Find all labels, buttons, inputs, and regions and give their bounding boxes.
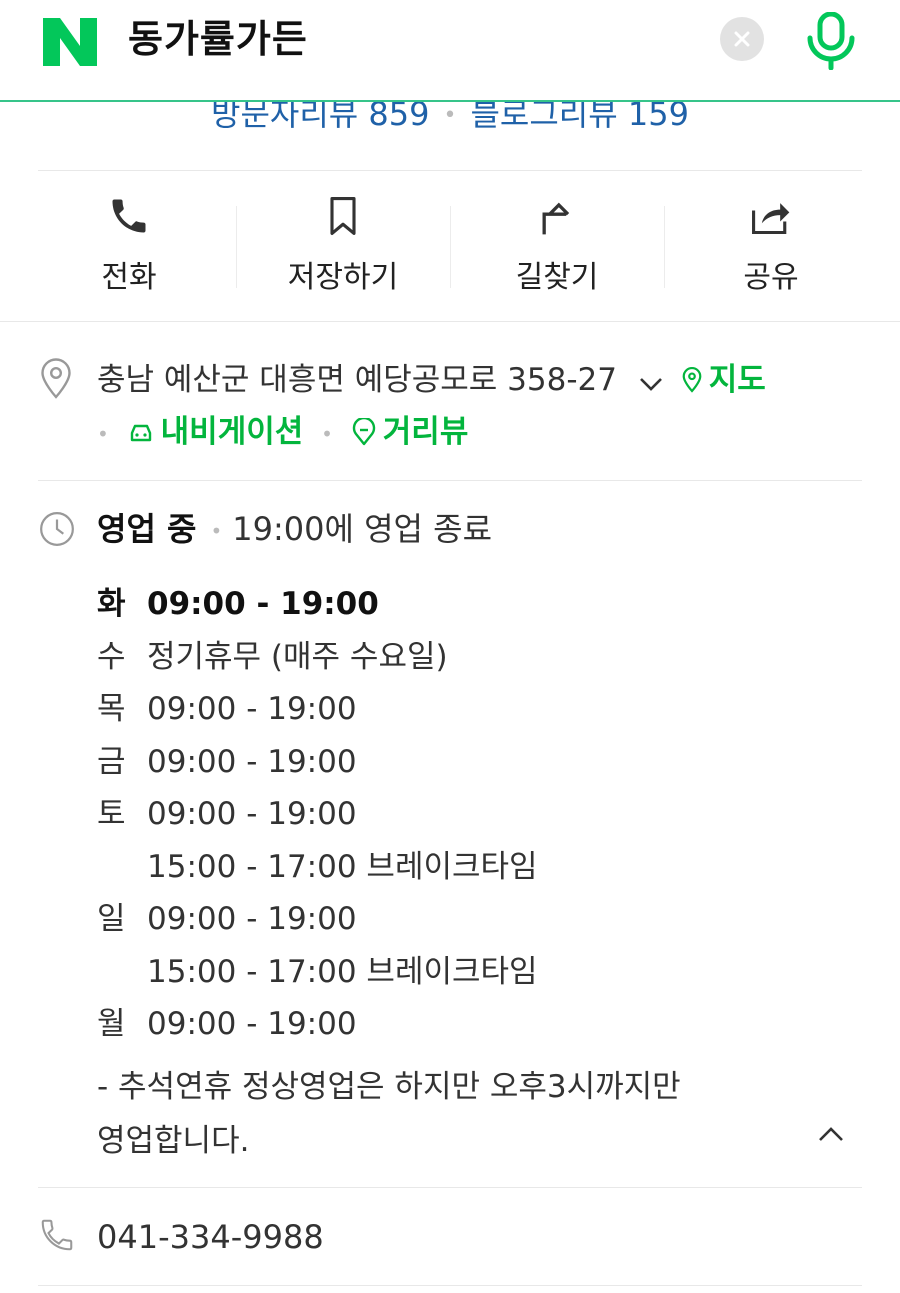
map-link[interactable]: 지도 — [681, 362, 766, 398]
search-header: 동가률가든 — [0, 0, 900, 102]
streetview-icon — [352, 418, 375, 446]
hours-row: 화 09:00 - 19:00 — [97, 586, 379, 622]
hours-row: 수 정기휴무 (매주 수요일) — [97, 638, 448, 675]
hours-row: 금 09:00 - 19:00 — [97, 743, 357, 780]
business-status[interactable]: 영업 중 • 19:00에 영업 종료 — [97, 506, 492, 554]
hours-row: 목 09:00 - 19:00 — [97, 691, 357, 727]
hours-row: 15:00 - 17:00 브레이크타임 — [147, 848, 538, 885]
map-pin-icon — [682, 367, 702, 393]
mic-icon[interactable] — [806, 12, 856, 70]
closing-time: 19:00에 영업 종료 — [232, 510, 493, 548]
directions-button[interactable]: 길찾기 — [450, 190, 664, 300]
phone-outline-icon — [41, 1219, 73, 1251]
search-query[interactable]: 동가률가든 — [128, 14, 308, 64]
car-icon — [130, 424, 151, 442]
address-block: 충남 예산군 대흥면 예당공모로 358-27 지도 • 내비게이션 • 거리뷰 — [97, 354, 857, 460]
save-button[interactable]: 저장하기 — [236, 190, 450, 300]
directions-label: 길찾기 — [515, 260, 599, 295]
hours-list: 화 09:00 - 19:00 수 정기휴무 (매주 수요일) 목 09:00 - 1… — [97, 578, 538, 1051]
hours-note: - 추석연휴 정상영업은 하지만 오후3시까지만 영업합니다. — [97, 1069, 681, 1159]
streetview-link[interactable]: 거리뷰 — [341, 414, 468, 450]
clock-icon — [40, 512, 74, 546]
divider — [38, 170, 862, 171]
save-label: 저장하기 — [287, 260, 399, 295]
bookmark-icon — [330, 197, 356, 235]
divider — [38, 1187, 862, 1188]
hours-row: 토 09:00 - 19:00 — [97, 796, 357, 832]
phone-icon — [112, 199, 146, 233]
share-icon — [752, 203, 790, 235]
phone-number[interactable]: 041-334-9988 — [97, 1214, 324, 1260]
action-bar: 전화 저장하기 길찾기 공유 — [22, 190, 878, 300]
call-label: 전화 — [101, 260, 157, 295]
hours-row: 월 09:00 - 19:00 — [97, 1006, 357, 1042]
share-label: 공유 — [743, 260, 799, 295]
naver-logo[interactable] — [43, 18, 97, 66]
address-text[interactable]: 충남 예산군 대흥면 예당공모로 358-27 — [97, 362, 617, 398]
clear-search-button[interactable] — [720, 17, 764, 61]
divider — [38, 480, 862, 481]
separator-dot: • — [210, 519, 223, 543]
call-button[interactable]: 전화 — [22, 190, 236, 300]
map-label: 지도 — [708, 362, 766, 398]
hours-row: 일 09:00 - 19:00 — [97, 901, 357, 937]
directions-icon — [542, 202, 570, 235]
navigation-label: 내비게이션 — [160, 414, 304, 450]
divider — [38, 1285, 862, 1286]
chevron-down-icon[interactable] — [637, 374, 665, 394]
chevron-up-icon[interactable] — [816, 1124, 846, 1146]
hours-row: 15:00 - 17:00 브레이크타임 — [147, 953, 538, 990]
location-pin-icon — [41, 358, 71, 399]
close-icon — [734, 31, 750, 47]
separator-dot: • — [443, 103, 457, 128]
streetview-label: 거리뷰 — [382, 414, 469, 450]
open-status: 영업 중 — [97, 510, 197, 548]
separator-dot: • — [97, 421, 109, 446]
separator-dot: • — [321, 421, 333, 446]
divider — [0, 321, 900, 322]
navigation-link[interactable]: 내비게이션 — [117, 414, 313, 450]
share-button[interactable]: 공유 — [664, 190, 878, 300]
